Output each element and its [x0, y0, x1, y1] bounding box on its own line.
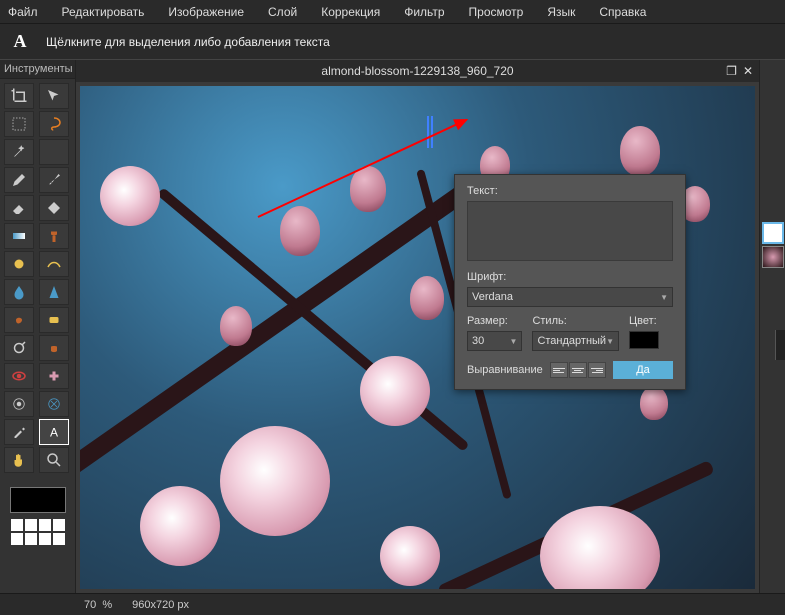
text-tool-dialog: Текст: Шрифт: Verdana▼ Размер: 30▼ Стиль…	[454, 174, 686, 390]
size-select[interactable]: 30▼	[467, 331, 522, 351]
clone-stamp-tool[interactable]	[39, 223, 69, 249]
red-eye-tool[interactable]	[4, 363, 34, 389]
menu-image[interactable]: Изображение	[168, 5, 244, 19]
style-label: Стиль:	[532, 315, 619, 327]
pencil-tool[interactable]	[4, 167, 34, 193]
canvas-image: Текст: Шрифт: Verdana▼ Размер: 30▼ Стиль…	[80, 86, 755, 589]
tool-options-bar: A Щёлкните для выделения либо добавления…	[0, 24, 785, 60]
colorpicker-tool[interactable]	[4, 419, 34, 445]
tool-hint: Щёлкните для выделения либо добавления т…	[46, 35, 330, 49]
status-bar: 70 % 960x720 px	[0, 593, 785, 615]
menu-view[interactable]: Просмотр	[469, 5, 524, 19]
active-tool-icon: A	[8, 30, 32, 54]
hand-tool[interactable]	[4, 447, 34, 473]
crop-tool[interactable]	[4, 83, 34, 109]
zoom-value: 70	[84, 599, 96, 611]
zoom-tool[interactable]	[39, 447, 69, 473]
canvas-area: almond-blossom-1229138_960_720 ❐ ✕	[76, 60, 759, 593]
menu-language[interactable]: Язык	[547, 5, 575, 19]
color-picker[interactable]	[629, 331, 659, 349]
text-insertion-cursor	[427, 116, 429, 148]
document-title: almond-blossom-1229138_960_720	[321, 64, 513, 78]
eraser-tool[interactable]	[4, 195, 34, 221]
pinch-tool[interactable]	[39, 391, 69, 417]
chevron-down-icon: ▼	[660, 293, 668, 302]
svg-text:A: A	[49, 426, 57, 440]
swatch[interactable]	[39, 533, 51, 545]
burn-tool[interactable]	[39, 335, 69, 361]
color-label: Цвет:	[629, 315, 673, 327]
wand-tool[interactable]	[4, 139, 34, 165]
ok-button[interactable]: Да	[613, 361, 673, 379]
swatch[interactable]	[11, 533, 23, 545]
menubar: Файл Редактировать Изображение Слой Корр…	[0, 0, 785, 24]
zoom-unit: %	[102, 599, 112, 611]
menu-filter[interactable]: Фильтр	[404, 5, 444, 19]
chevron-down-icon: ▼	[606, 337, 614, 346]
smudge-tool[interactable]	[4, 307, 34, 333]
text-label: Текст:	[467, 185, 673, 197]
drawing-tool[interactable]	[39, 251, 69, 277]
sponge-tool[interactable]	[39, 307, 69, 333]
align-right-button[interactable]	[588, 362, 606, 378]
marquee-tool[interactable]	[4, 111, 34, 137]
font-select[interactable]: Verdana▼	[467, 287, 673, 307]
style-select[interactable]: Стандартный▼	[532, 331, 619, 351]
tools-panel: Инструменты A	[0, 60, 76, 593]
blur-tool[interactable]	[4, 279, 34, 305]
canvas-viewport[interactable]: Текст: Шрифт: Verdana▼ Размер: 30▼ Стиль…	[80, 86, 755, 589]
swatch[interactable]	[53, 519, 65, 531]
menu-help[interactable]: Справка	[599, 5, 646, 19]
swatch[interactable]	[25, 533, 37, 545]
menu-edit[interactable]: Редактировать	[62, 5, 145, 19]
align-label: Выравнивание	[467, 364, 543, 376]
font-label: Шрифт:	[467, 271, 673, 283]
swatch[interactable]	[25, 519, 37, 531]
bloat-tool[interactable]	[4, 391, 34, 417]
text-input[interactable]	[467, 201, 673, 261]
layer-thumb-image[interactable]	[762, 246, 784, 268]
dimensions-value: 960x720 px	[132, 599, 189, 611]
panel-toggle-icon[interactable]	[775, 330, 785, 360]
brush-tool[interactable]	[39, 167, 69, 193]
size-label: Размер:	[467, 315, 522, 327]
sharpen-tool[interactable]	[39, 279, 69, 305]
swatch[interactable]	[11, 519, 23, 531]
menu-adjustment[interactable]: Коррекция	[321, 5, 380, 19]
dodge-tool[interactable]	[4, 335, 34, 361]
tools-panel-title: Инструменты	[0, 60, 75, 79]
bucket-tool[interactable]	[39, 195, 69, 221]
spacer-1	[39, 139, 69, 165]
align-center-button[interactable]	[569, 362, 587, 378]
lasso-tool[interactable]	[39, 111, 69, 137]
layers-panel-collapsed	[759, 60, 785, 593]
menu-file[interactable]: Файл	[8, 5, 38, 19]
foreground-color[interactable]	[10, 487, 66, 513]
swatch[interactable]	[53, 533, 65, 545]
align-left-button[interactable]	[550, 362, 568, 378]
gradient-tool[interactable]	[4, 223, 34, 249]
move-tool[interactable]	[39, 83, 69, 109]
menu-layer[interactable]: Слой	[268, 5, 297, 19]
swatch[interactable]	[39, 519, 51, 531]
window-close-icon[interactable]: ✕	[743, 64, 753, 78]
type-tool[interactable]: A	[39, 419, 69, 445]
document-tab-bar: almond-blossom-1229138_960_720 ❐ ✕	[76, 60, 759, 82]
chevron-down-icon: ▼	[510, 337, 518, 346]
color-swatches	[0, 483, 75, 549]
spot-heal-tool[interactable]	[39, 363, 69, 389]
window-restore-icon[interactable]: ❐	[726, 64, 737, 78]
layer-thumb-text[interactable]	[762, 222, 784, 244]
color-replace-tool[interactable]	[4, 251, 34, 277]
